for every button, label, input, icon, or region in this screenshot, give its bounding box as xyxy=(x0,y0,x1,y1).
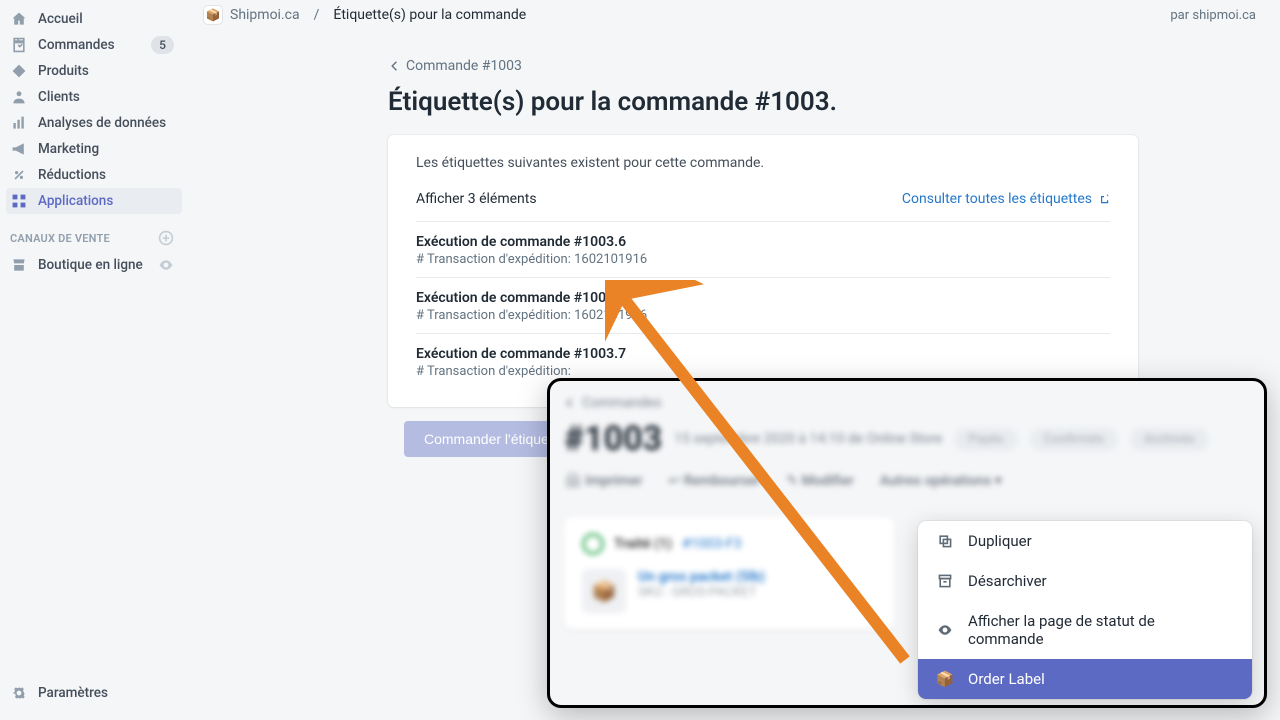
breadcrumb-separator: / xyxy=(314,7,320,23)
view-all-label: Consulter toutes les étiquettes xyxy=(902,191,1092,207)
sidebar-item-home[interactable]: Accueil xyxy=(0,6,188,32)
sidebar-item-label: Accueil xyxy=(38,11,83,27)
inset-op: ✎ Modifier xyxy=(786,473,854,489)
inset-product: Un gros packet (5lb) xyxy=(638,569,765,585)
inset-op: 🖨 Imprimer xyxy=(564,473,642,489)
sidebar-item-label: Marketing xyxy=(38,141,99,157)
sidebar-item-discounts[interactable]: Réductions xyxy=(0,162,188,188)
item-title: Exécution de commande #1003.5 xyxy=(416,290,1110,306)
inset-badge: Confirmés xyxy=(1030,428,1119,451)
eye-icon[interactable] xyxy=(158,257,174,273)
inset-badge: Payés xyxy=(954,428,1017,451)
label-list-item[interactable]: Exécution de commande #1003.6 # Transact… xyxy=(416,221,1110,277)
sidebar-channel-online-store[interactable]: Boutique en ligne xyxy=(0,252,188,278)
sidebar-item-label: Analyses de données xyxy=(38,115,166,131)
products-icon xyxy=(10,62,28,80)
app-icon: 📦 xyxy=(936,670,954,688)
sidebar-item-label: Réductions xyxy=(38,167,106,183)
more-actions-dropdown: Dupliquer Désarchiver Afficher la page d… xyxy=(918,521,1252,699)
dropdown-label: Désarchiver xyxy=(968,572,1047,590)
external-link-icon xyxy=(1098,193,1110,205)
sidebar-item-customers[interactable]: Clients xyxy=(0,84,188,110)
item-sub: # Transaction d'expédition: 1602101916 xyxy=(416,308,1110,323)
inset-order-number: #1003 xyxy=(564,419,662,459)
sidebar-item-label: Commandes xyxy=(38,37,115,53)
home-icon xyxy=(10,10,28,28)
dropdown-label: Afficher la page de statut de commande xyxy=(968,612,1234,648)
item-sub: # Transaction d'expédition: xyxy=(416,364,1110,379)
sidebar-item-label: Boutique en ligne xyxy=(38,257,143,273)
inset-badge: Archivés xyxy=(1130,428,1209,451)
item-sub: # Transaction d'expédition: 1602101916 xyxy=(416,252,1110,267)
breadcrumb-current: Étiquette(s) pour la commande xyxy=(333,7,526,23)
channels-header: CANAUX DE VENTE xyxy=(0,214,188,252)
inset-back-link: Commandes xyxy=(564,395,1250,411)
inset-screenshot: Commandes #1003 15 septembre 2020 à 14:1… xyxy=(547,378,1267,708)
store-icon xyxy=(10,256,28,274)
label-list-item[interactable]: Exécution de commande #1003.5 # Transact… xyxy=(416,277,1110,333)
dropdown-label: Dupliquer xyxy=(968,532,1032,550)
app-name[interactable]: Shipmoi.ca xyxy=(230,7,300,23)
view-all-link[interactable]: Consulter toutes les étiquettes xyxy=(902,191,1110,207)
discounts-icon xyxy=(10,166,28,184)
product-thumb-icon: 📦 xyxy=(582,569,626,613)
eye-icon xyxy=(936,621,954,639)
card-intro: Les étiquettes suivantes existent pour c… xyxy=(416,155,1110,171)
marketing-icon xyxy=(10,140,28,158)
count-text: Afficher 3 éléments xyxy=(416,191,537,207)
unarchive-icon xyxy=(936,572,954,590)
inset-op: ↩ Rembourser xyxy=(668,473,760,489)
attribution: par shipmoi.ca xyxy=(1170,8,1256,23)
orders-icon xyxy=(10,36,28,54)
nav-list: Accueil Commandes 5 Produits Clients Ana… xyxy=(0,6,188,214)
sidebar-item-products[interactable]: Produits xyxy=(0,58,188,84)
add-channel-icon[interactable] xyxy=(158,230,174,246)
sidebar-item-label: Produits xyxy=(38,63,89,79)
analytics-icon xyxy=(10,114,28,132)
gear-icon xyxy=(10,684,28,702)
item-title: Exécution de commande #1003.7 xyxy=(416,346,1110,362)
back-link-label: Commande #1003 xyxy=(406,58,522,74)
inset-meta: 15 septembre 2020 à 14:10 de Online Stor… xyxy=(674,431,942,447)
sidebar-item-label: Paramètres xyxy=(38,685,108,701)
item-title: Exécution de commande #1003.6 xyxy=(416,234,1110,250)
orders-badge: 5 xyxy=(151,36,174,54)
inset-status: Traité (1) xyxy=(614,536,672,552)
dropdown-label: Order Label xyxy=(968,670,1045,688)
topbar: 📦 Shipmoi.ca / Étiquette(s) pour la comm… xyxy=(188,0,1280,30)
customers-icon xyxy=(10,88,28,106)
dropdown-item-order-label[interactable]: 📦 Order Label xyxy=(918,659,1252,699)
chevron-left-icon xyxy=(388,59,402,73)
sidebar-item-analytics[interactable]: Analyses de données xyxy=(0,110,188,136)
sidebar-item-apps[interactable]: Applications xyxy=(6,188,182,214)
sidebar-item-orders[interactable]: Commandes 5 xyxy=(0,32,188,58)
sidebar-item-label: Applications xyxy=(38,193,113,209)
page-title: Étiquette(s) pour la commande #1003. xyxy=(388,87,1138,117)
status-dot-icon xyxy=(582,533,604,555)
labels-card: Les étiquettes suivantes existent pour c… xyxy=(388,135,1138,407)
dropdown-item-status-page[interactable]: Afficher la page de statut de commande xyxy=(918,601,1252,659)
inset-op: Autres opérations ▾ xyxy=(880,473,1002,489)
dropdown-item-unarchive[interactable]: Désarchiver xyxy=(918,561,1252,601)
app-logo-icon: 📦 xyxy=(204,6,222,24)
sidebar-item-label: Clients xyxy=(38,89,80,105)
apps-icon xyxy=(10,192,28,210)
channels-title: CANAUX DE VENTE xyxy=(10,232,110,245)
dropdown-item-duplicate[interactable]: Dupliquer xyxy=(918,521,1252,561)
inset-fulfillment: #1003-F3 xyxy=(682,536,742,552)
duplicate-icon xyxy=(936,532,954,550)
inset-sku: SKU : GROS-PACKET xyxy=(638,585,765,600)
back-link[interactable]: Commande #1003 xyxy=(388,58,522,74)
sidebar: Accueil Commandes 5 Produits Clients Ana… xyxy=(0,0,188,720)
sidebar-item-marketing[interactable]: Marketing xyxy=(0,136,188,162)
sidebar-item-settings[interactable]: Paramètres xyxy=(0,680,188,706)
